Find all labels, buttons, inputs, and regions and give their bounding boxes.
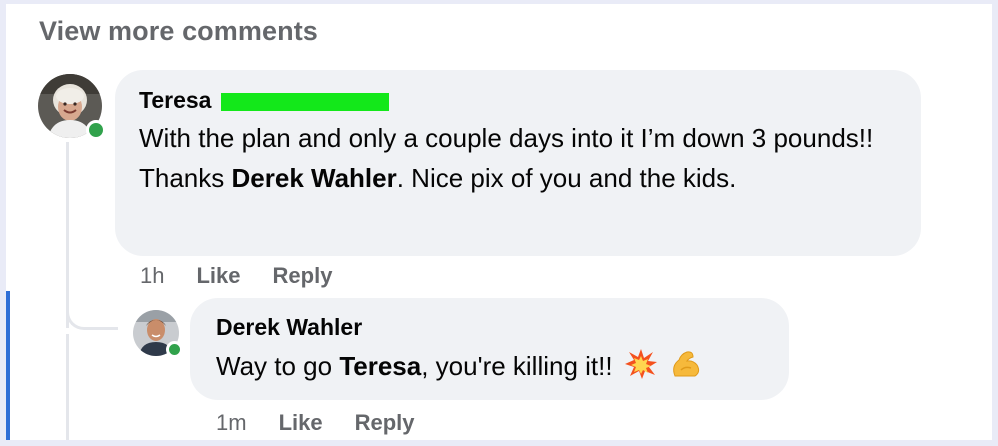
like-button[interactable]: Like — [279, 410, 323, 436]
reply-button[interactable]: Reply — [273, 263, 333, 289]
comment-author[interactable]: Derek Wahler — [216, 314, 362, 341]
collision-emoji-icon — [624, 349, 657, 379]
like-button[interactable]: Like — [196, 263, 240, 289]
comment-timestamp[interactable]: 1h — [140, 263, 164, 289]
flexed-biceps-emoji-icon — [673, 351, 700, 377]
redaction-mark — [221, 92, 390, 111]
comment-text: Way to go Teresa, you're killing it!! — [216, 346, 763, 386]
comment-author[interactable]: Teresa — [139, 87, 211, 114]
comments-card: View more comments Teresa With the plan … — [6, 4, 992, 440]
left-accent-bar — [6, 291, 10, 440]
online-status-dot — [86, 120, 106, 140]
view-more-comments-link[interactable]: View more comments — [39, 16, 318, 47]
thread-line-lower — [66, 334, 69, 440]
reply-button[interactable]: Reply — [355, 410, 415, 436]
comment-meta-derek: 1m Like Reply — [216, 410, 415, 436]
comment-bubble-derek: Derek Wahler Way to go Teresa, you're ki… — [190, 298, 789, 400]
comment-timestamp[interactable]: 1m — [216, 410, 247, 436]
avatar-teresa[interactable] — [38, 74, 106, 140]
comment-text: With the plan and only a couple days int… — [139, 123, 874, 193]
comment-bubble-teresa: Teresa With the plan and only a couple d… — [115, 70, 921, 256]
comment-meta-teresa: 1h Like Reply — [140, 263, 332, 289]
online-status-dot — [166, 341, 183, 358]
mention-link[interactable]: Teresa — [339, 351, 421, 381]
thread-connector — [66, 294, 118, 330]
mention-link[interactable]: Derek Wahler — [232, 163, 397, 193]
avatar-derek[interactable] — [133, 310, 183, 358]
